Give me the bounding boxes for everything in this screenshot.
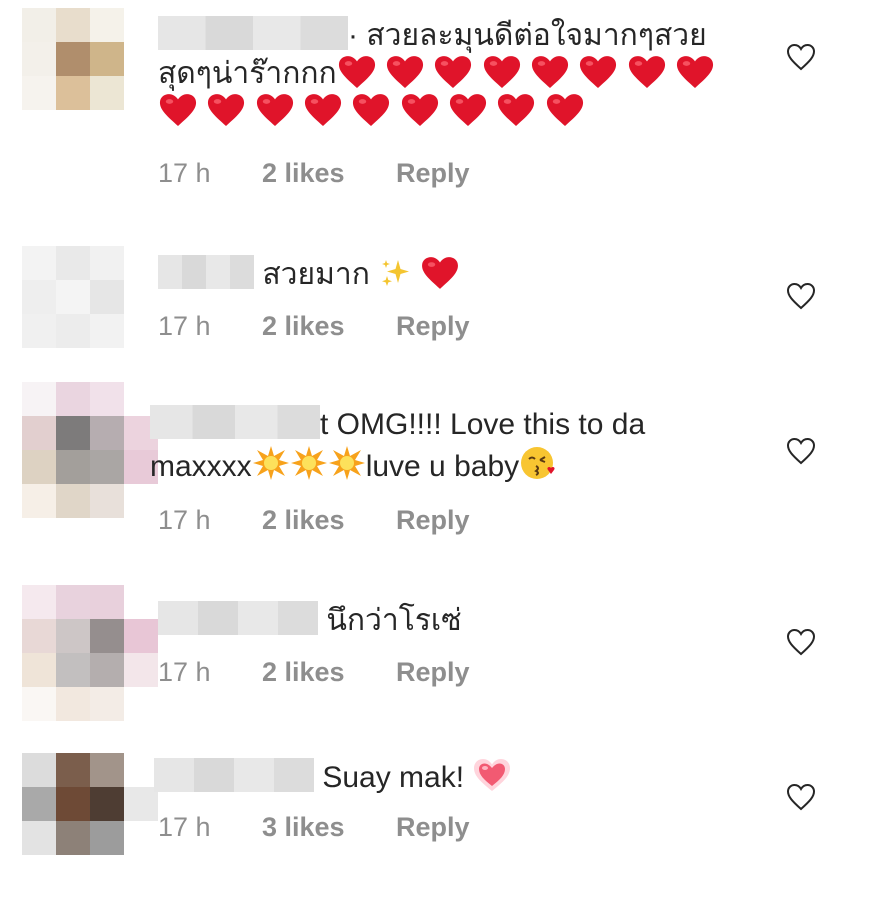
red-heart-emoji [351, 93, 391, 127]
collision-emoji [290, 446, 327, 480]
comment-body: สวยมาก [262, 258, 370, 291]
timestamp: 17 h [158, 505, 211, 535]
heart-emoji [474, 759, 511, 791]
reply-button[interactable]: Reply [396, 158, 470, 189]
red-heart-emoji [675, 55, 715, 89]
red-heart-emoji [530, 55, 570, 89]
avatar[interactable] [22, 246, 124, 348]
avatar[interactable] [22, 382, 158, 518]
timestamp: 17 h [158, 812, 211, 842]
red-heart-emoji [448, 93, 488, 127]
red-heart-emoji [578, 55, 618, 89]
comment-meta: 17 h 2 likes Reply [158, 158, 470, 189]
reply-button[interactable]: Reply [396, 311, 470, 342]
red-heart-emoji [627, 55, 667, 89]
comment-text: · สวยละมุนดีต่อใจมากๆสวยสุดๆน่าร๊ากกก [158, 16, 738, 131]
likes-count[interactable]: 2 likes [262, 158, 396, 189]
username[interactable] [158, 601, 318, 635]
comment-text: t OMG!!!! Love this to da maxxxx luve u b… [150, 405, 730, 486]
timestamp: 17 h [158, 657, 211, 687]
likes-count[interactable]: 3 likes [262, 812, 396, 843]
red-heart-emoji [255, 93, 295, 127]
heart-outline-icon[interactable] [786, 282, 816, 310]
red-heart-emoji [303, 93, 343, 127]
sparkles-emoji [382, 260, 410, 286]
collision-emoji [328, 446, 365, 480]
avatar[interactable] [22, 753, 158, 855]
timestamp: 17 h [158, 311, 211, 341]
likes-count[interactable]: 2 likes [262, 505, 396, 536]
username[interactable] [158, 16, 348, 50]
red-heart-emoji [482, 55, 522, 89]
red-heart-emoji [400, 93, 440, 127]
red-heart-emoji [421, 256, 459, 290]
username[interactable] [154, 758, 314, 792]
comment-meta: 17 h 2 likes Reply [158, 657, 470, 688]
red-heart-emoji [337, 55, 377, 89]
comment-text: สวยมาก [158, 255, 738, 294]
heart-outline-icon[interactable] [786, 437, 816, 465]
red-heart-emoji [385, 55, 425, 89]
heart-outline-icon[interactable] [786, 43, 816, 71]
username[interactable] [150, 405, 320, 439]
reply-button[interactable]: Reply [396, 657, 470, 688]
comment-meta: 17 h 2 likes Reply [158, 505, 470, 536]
likes-count[interactable]: 2 likes [262, 657, 396, 688]
reply-button[interactable]: Reply [396, 812, 470, 843]
heart-outline-icon[interactable] [786, 628, 816, 656]
comment-text: Suay mak! [154, 757, 734, 797]
comment-body: Suay mak! [322, 761, 465, 794]
likes-count[interactable]: 2 likes [262, 311, 396, 342]
red-heart-emoji [496, 93, 536, 127]
red-heart-emoji [545, 93, 585, 127]
kissing-face-emoji [521, 447, 555, 479]
comment-meta: 17 h 3 likes Reply [158, 812, 470, 843]
comment-body-continued: luve u baby [365, 450, 520, 483]
comment-text: นึกว่าโรเซ่ [158, 601, 738, 640]
username[interactable] [158, 255, 254, 289]
heart-outline-icon[interactable] [786, 783, 816, 811]
comment-meta: 17 h 2 likes Reply [158, 311, 470, 342]
red-heart-emoji [206, 93, 246, 127]
reply-button[interactable]: Reply [396, 505, 470, 536]
collision-emoji [252, 446, 289, 480]
avatar[interactable] [22, 8, 124, 110]
avatar[interactable] [22, 585, 158, 721]
red-heart-emoji [433, 55, 473, 89]
comment-body: นึกว่าโรเซ่ [326, 604, 462, 637]
red-heart-emoji [158, 93, 198, 127]
timestamp: 17 h [158, 158, 211, 188]
